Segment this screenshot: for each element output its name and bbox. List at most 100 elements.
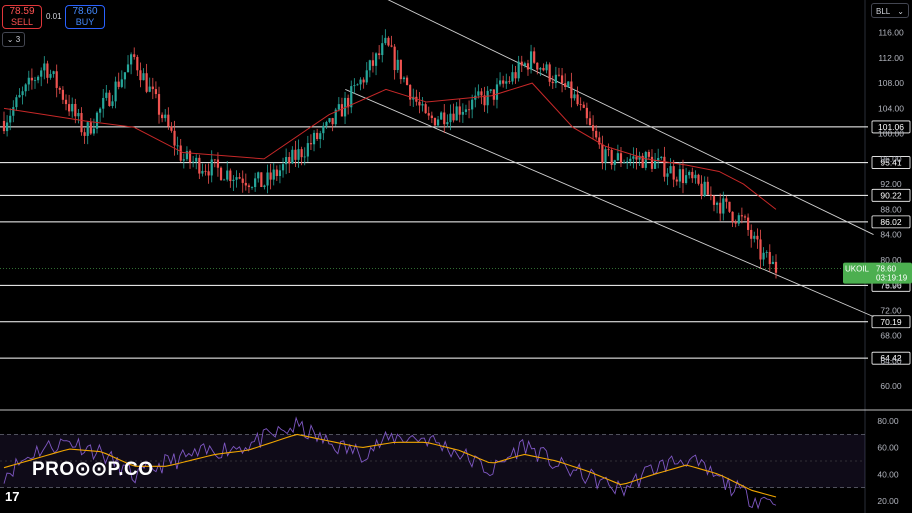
candle-body [421, 104, 424, 106]
candle-body [291, 149, 294, 164]
candle-body [536, 62, 539, 70]
trading-chart[interactable]: 101.0695.4190.2286.0275.9670.1964.42116.… [0, 0, 912, 513]
candle-body [567, 81, 570, 87]
candle-body [195, 157, 198, 162]
symbol-badge-label: UKOIL [845, 265, 870, 274]
channel-upper-line [387, 0, 874, 235]
sell-button[interactable]: 78.59 SELL [2, 5, 42, 29]
chevron-down-icon: ⌄ [6, 35, 14, 44]
candle-body [728, 201, 731, 212]
candle-body [52, 71, 55, 75]
candle-body [120, 79, 123, 87]
candle-body [356, 84, 359, 86]
candle-body [644, 151, 647, 168]
candle-body [508, 81, 511, 83]
candle-body [709, 194, 712, 196]
price-axis-tick-label: 84.00 [880, 230, 902, 240]
candle-body [774, 261, 778, 273]
price-axis-tick-label: 116.00 [878, 28, 904, 38]
candle-body [18, 95, 21, 98]
candle-body [55, 71, 58, 88]
symbol-selector-label: BLL [876, 7, 891, 16]
candle-body [669, 166, 672, 174]
candle-body [288, 157, 291, 164]
candle-body [99, 108, 102, 113]
candle-body [486, 90, 489, 106]
candle-body [545, 64, 548, 71]
candle-body [139, 70, 142, 81]
symbol-selector[interactable]: BLL ⌄ [871, 3, 909, 18]
candle-body [161, 114, 164, 119]
tradingview-logo-icon: 17 [5, 489, 20, 504]
candle-body [607, 149, 610, 151]
candle-body [77, 113, 80, 117]
candle-body [737, 215, 740, 224]
candle-body [123, 72, 127, 80]
candle-body [322, 125, 325, 134]
candle-body [502, 80, 505, 84]
candle-body [216, 159, 220, 168]
indicator-collapse-button[interactable]: ⌄ 3 [2, 32, 25, 47]
candle-body [653, 160, 657, 169]
sell-label: SELL [10, 17, 34, 27]
candle-body [393, 46, 396, 71]
candle-body [204, 170, 207, 172]
candle-body [461, 111, 464, 115]
candle-body [368, 60, 371, 71]
rsi-axis-tick-label: 40.00 [877, 469, 899, 479]
last-price-label: 78.60 [876, 265, 897, 274]
candle-body [241, 178, 244, 183]
rsi-axis-tick-label: 80.00 [877, 416, 899, 426]
candle-body [86, 122, 89, 136]
price-axis-tick-label: 64.00 [880, 356, 902, 366]
candle-body [12, 107, 15, 116]
candle-body [300, 149, 303, 158]
candle-body [173, 130, 176, 146]
candle-body [768, 252, 771, 265]
candle-body [238, 177, 241, 179]
buy-button[interactable]: 78.60 BUY [65, 5, 105, 29]
candle-body [374, 53, 378, 66]
candle-body [353, 85, 356, 87]
candle-body [303, 156, 306, 158]
candle-body [331, 118, 334, 125]
horizontal-level-label: 90.22 [880, 190, 902, 200]
candle-body [477, 91, 480, 96]
candle-body [626, 161, 629, 163]
candle-body [585, 107, 588, 119]
candle-body [37, 76, 40, 81]
horizontal-level-label: 86.02 [880, 217, 902, 227]
candle-body [80, 113, 83, 133]
candle-body [759, 239, 762, 260]
candle-body [275, 169, 278, 176]
candle-body [399, 59, 402, 80]
candle-body [381, 43, 384, 56]
candle-body [325, 121, 328, 126]
candle-body [232, 179, 235, 182]
candle-body [306, 143, 309, 157]
candle-body [632, 156, 635, 159]
channel-lower-line [345, 89, 874, 318]
candle-body [722, 198, 725, 214]
candle-body [660, 156, 663, 158]
candle-body [337, 104, 340, 110]
candle-body [24, 84, 27, 92]
candle-body [223, 179, 226, 181]
candle-body [405, 77, 409, 85]
candle-body [198, 157, 201, 174]
candle-body [427, 113, 430, 116]
candle-body [771, 261, 774, 265]
candle-body [108, 92, 111, 106]
candle-body [573, 94, 576, 99]
candle-body [424, 104, 427, 114]
candle-body [213, 159, 216, 161]
candle-body [672, 166, 675, 180]
candle-body [700, 183, 703, 196]
candle-body [430, 115, 433, 119]
candle-body [340, 104, 344, 117]
candle-body [294, 149, 297, 160]
candle-body [263, 185, 266, 188]
candle-body [557, 74, 561, 76]
candle-body [756, 235, 759, 240]
candle-body [591, 125, 595, 131]
